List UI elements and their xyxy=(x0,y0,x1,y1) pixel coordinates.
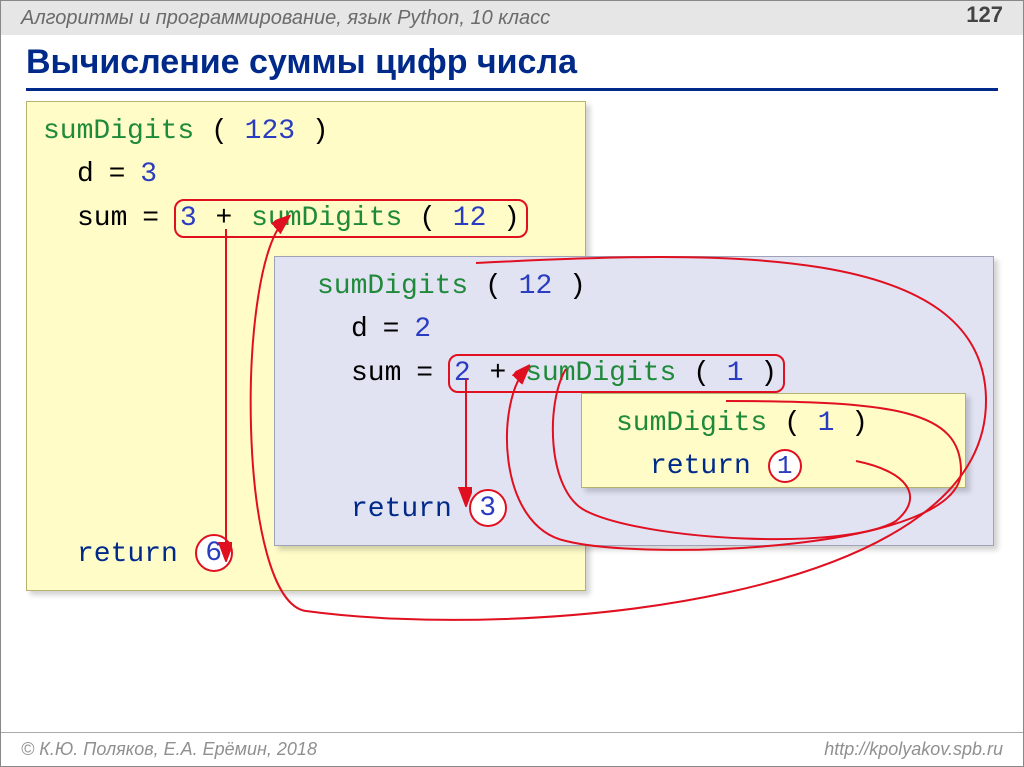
result-3: 3 xyxy=(469,489,507,527)
fn-name: sumDigits xyxy=(43,116,194,147)
boxed-expr-1: 3 + sumDigits ( 12 ) xyxy=(174,199,528,238)
boxed-expr-2: 2 + sumDigits ( 1 ) xyxy=(448,354,785,393)
footer-bar: © К.Ю. Поляков, Е.А. Ерёмин, 2018 http:/… xyxy=(1,732,1023,766)
slide-title: Вычисление суммы цифр числа xyxy=(26,43,998,91)
course-title: Алгоритмы и программирование, язык Pytho… xyxy=(21,7,550,30)
website: http://kpolyakov.spb.ru xyxy=(824,739,1003,760)
copyright: © К.Ю. Поляков, Е.А. Ерёмин, 2018 xyxy=(21,739,317,760)
code-box-level-3: sumDigits ( 1 ) return 1 xyxy=(581,393,966,488)
result-6: 6 xyxy=(195,534,233,572)
header-bar: Алгоритмы и программирование, язык Pytho… xyxy=(1,1,1023,35)
content-area: sumDigits ( 123 ) d = 3 sum = 3 + sumDig… xyxy=(26,101,998,661)
page-number: 127 xyxy=(966,2,1003,28)
result-1: 1 xyxy=(768,449,802,483)
